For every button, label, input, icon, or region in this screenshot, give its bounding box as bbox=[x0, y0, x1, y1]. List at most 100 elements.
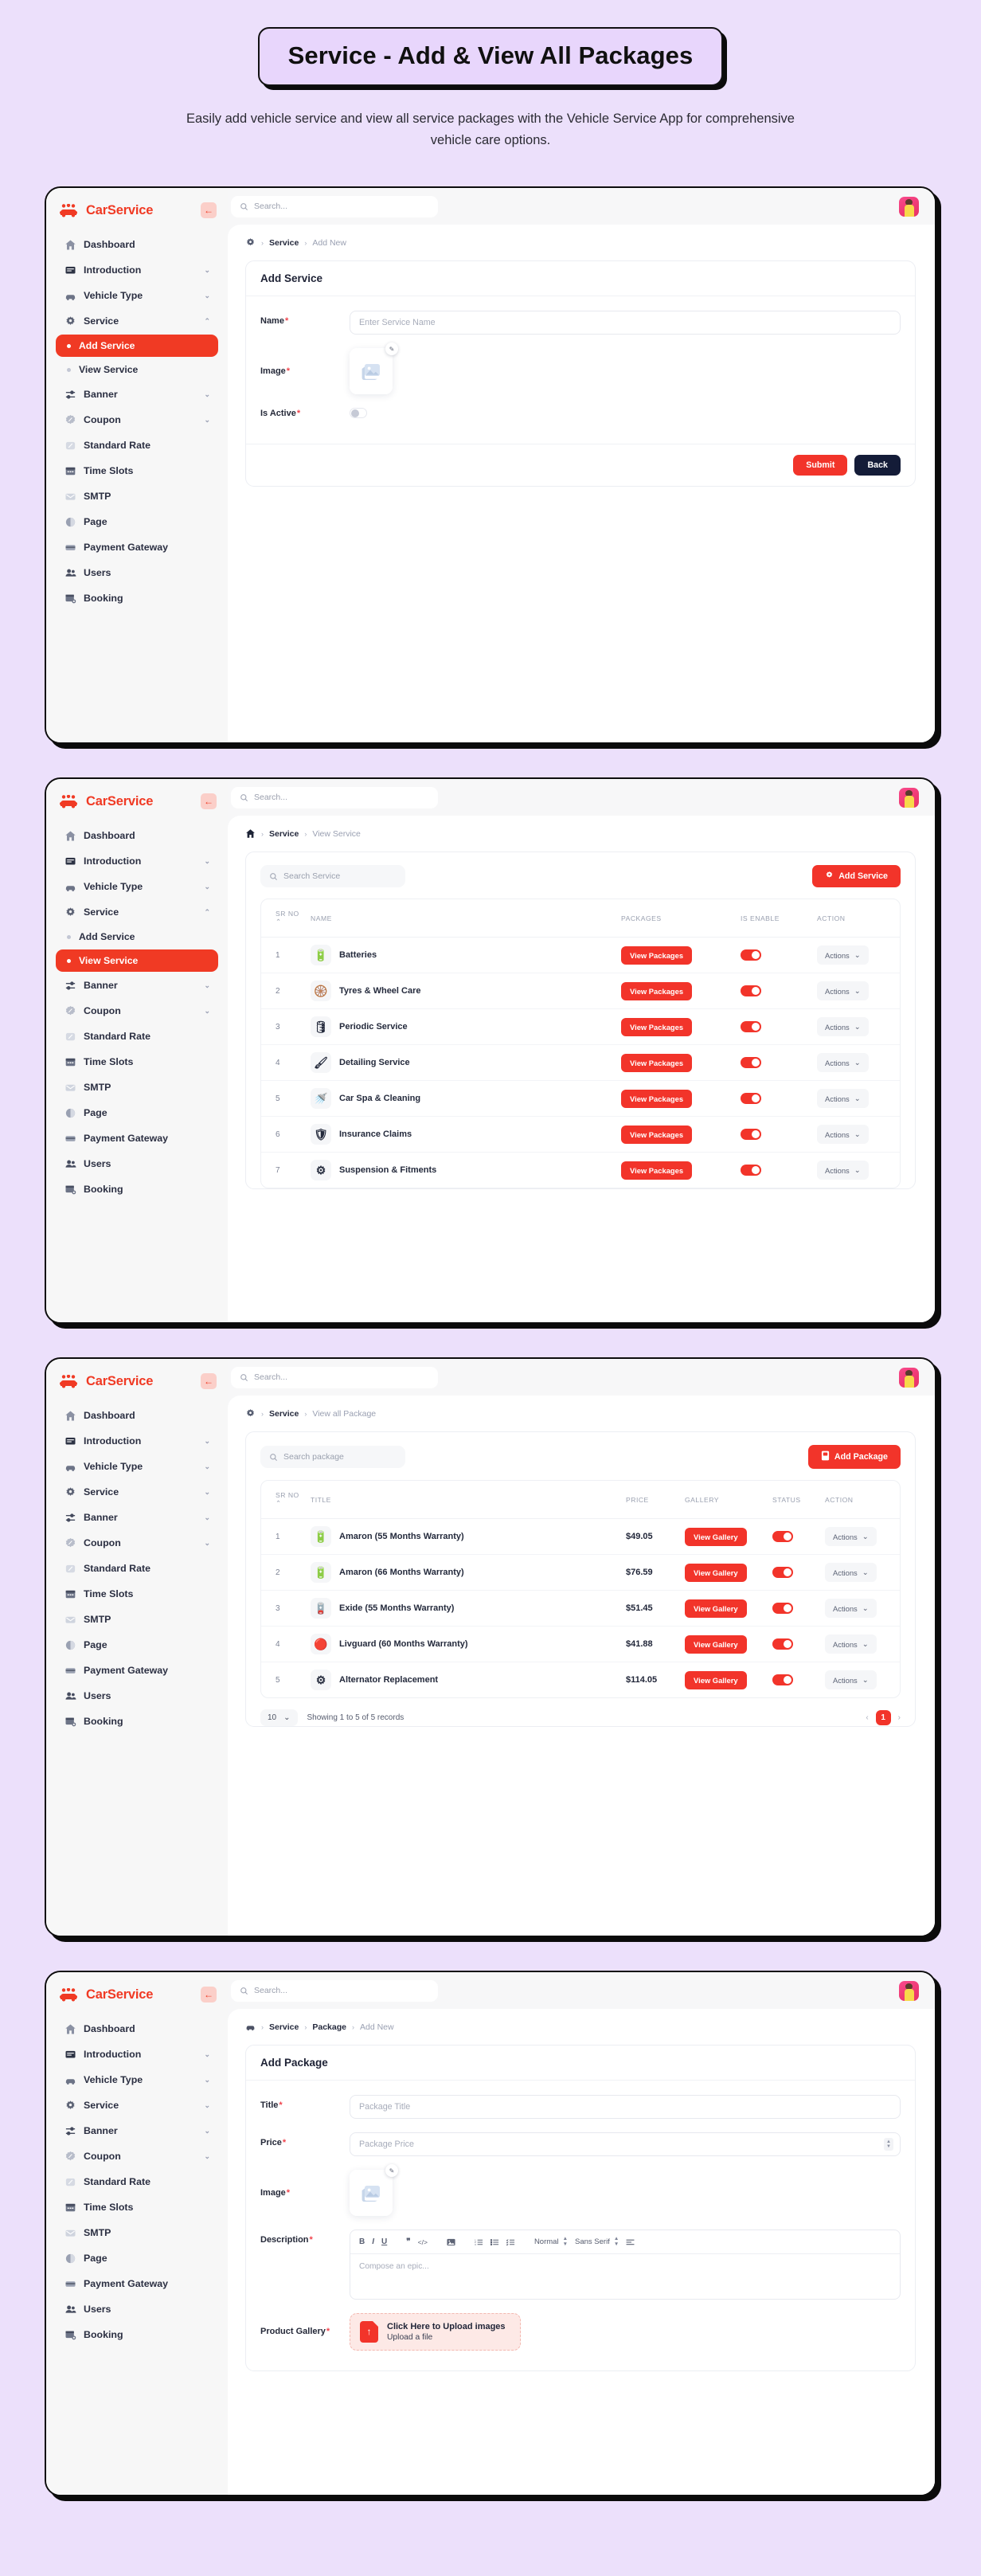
sidebar-item-booking[interactable]: Booking bbox=[56, 1177, 218, 1201]
sidebar-item-banner[interactable]: Banner ⌄ bbox=[56, 382, 218, 406]
image-icon[interactable] bbox=[447, 2238, 455, 2246]
actions-dropdown[interactable]: Actions ⌄ bbox=[825, 1527, 877, 1547]
page-size-select[interactable]: 10 ⌄ bbox=[260, 1709, 298, 1727]
breadcrumb-parent[interactable]: Service bbox=[269, 829, 299, 839]
sidebar-item-service[interactable]: Service ⌃ bbox=[56, 900, 218, 924]
sidebar-item-introduction[interactable]: Introduction ⌄ bbox=[56, 2042, 218, 2066]
enable-toggle[interactable] bbox=[741, 949, 761, 961]
actions-dropdown[interactable]: Actions ⌄ bbox=[817, 1089, 869, 1109]
actions-dropdown[interactable]: Actions ⌄ bbox=[817, 1125, 869, 1145]
enable-toggle[interactable] bbox=[741, 1129, 761, 1141]
enable-toggle[interactable] bbox=[741, 1093, 761, 1105]
view-packages-button[interactable]: View Packages bbox=[621, 1161, 693, 1180]
underline-button[interactable]: U bbox=[381, 2237, 387, 2246]
sidebar-item-users[interactable]: Users bbox=[56, 2297, 218, 2321]
avatar[interactable] bbox=[899, 1980, 919, 2001]
sidebar-item-dashboard[interactable]: Dashboard bbox=[56, 2017, 218, 2041]
sidebar-item-vehicle-type[interactable]: Vehicle Type ⌄ bbox=[56, 875, 218, 898]
view-packages-button[interactable]: View Packages bbox=[621, 945, 693, 965]
bold-button[interactable]: B bbox=[359, 2237, 365, 2246]
sidebar-collapse-icon[interactable]: ← bbox=[201, 793, 217, 810]
breadcrumb-middle[interactable]: Package bbox=[312, 2022, 346, 2032]
package-price-input[interactable]: Package Price ▲ ▼ bbox=[350, 2132, 901, 2157]
back-button[interactable]: Back bbox=[854, 455, 901, 476]
pencil-icon[interactable]: ✎ bbox=[385, 343, 398, 356]
actions-dropdown[interactable]: Actions ⌄ bbox=[825, 1670, 877, 1690]
page-number-1[interactable]: 1 bbox=[875, 1710, 891, 1726]
sidebar-item-users[interactable]: Users bbox=[56, 561, 218, 585]
sidebar-item-dashboard[interactable]: Dashboard bbox=[56, 233, 218, 256]
enable-toggle[interactable] bbox=[741, 1021, 761, 1033]
sidebar-item-page[interactable]: Page bbox=[56, 510, 218, 534]
number-stepper[interactable]: ▲ ▼ bbox=[884, 2138, 893, 2151]
avatar[interactable] bbox=[899, 787, 919, 808]
actions-dropdown[interactable]: Actions ⌄ bbox=[817, 1161, 869, 1180]
sidebar-item-users[interactable]: Users bbox=[56, 1684, 218, 1708]
view-packages-button[interactable]: View Packages bbox=[621, 1053, 693, 1072]
chevron-left-icon[interactable]: ‹ bbox=[866, 1713, 868, 1722]
enable-toggle[interactable] bbox=[741, 985, 761, 997]
breadcrumb-parent[interactable]: Service bbox=[269, 1409, 299, 1419]
sidebar-item-time-slots[interactable]: Time Slots bbox=[56, 2195, 218, 2219]
sidebar-item-service[interactable]: Service ⌄ bbox=[56, 1480, 218, 1504]
sidebar-item-vehicle-type[interactable]: Vehicle Type ⌄ bbox=[56, 2068, 218, 2092]
service-name-input[interactable]: Enter Service Name bbox=[350, 311, 901, 335]
sidebar-item-booking[interactable]: Booking bbox=[56, 2323, 218, 2347]
sidebar-item-payment-gateway[interactable]: Payment Gateway bbox=[56, 1658, 218, 1682]
sidebar-item-coupon[interactable]: Coupon ⌄ bbox=[56, 408, 218, 432]
sidebar-item-payment-gateway[interactable]: Payment Gateway bbox=[56, 535, 218, 559]
blockquote-button[interactable]: ❞ bbox=[406, 2237, 410, 2246]
view-packages-button[interactable]: View Packages bbox=[621, 981, 693, 1000]
actions-dropdown[interactable]: Actions ⌄ bbox=[817, 1017, 869, 1037]
sidebar-item-smtp[interactable]: SMTP bbox=[56, 484, 218, 508]
sidebar-item-booking[interactable]: Booking bbox=[56, 1709, 218, 1733]
sidebar-item-smtp[interactable]: SMTP bbox=[56, 2221, 218, 2245]
sidebar-item-dashboard[interactable]: Dashboard bbox=[56, 1403, 218, 1427]
search-input[interactable]: Search... bbox=[231, 195, 438, 217]
sidebar-item-standard-rate[interactable]: Standard Rate bbox=[56, 1556, 218, 1580]
sidebar-item-booking[interactable]: Booking bbox=[56, 586, 218, 610]
sidebar-item-add-service[interactable]: Add Service bbox=[56, 335, 218, 358]
sidebar-collapse-icon[interactable]: ← bbox=[201, 1373, 217, 1390]
status-toggle[interactable] bbox=[772, 1603, 793, 1615]
breadcrumb-parent[interactable]: Service bbox=[269, 2022, 299, 2032]
pencil-icon[interactable]: ✎ bbox=[385, 2164, 398, 2178]
status-toggle[interactable] bbox=[772, 1567, 793, 1579]
view-gallery-button[interactable]: View Gallery bbox=[685, 1563, 747, 1582]
sidebar-item-users[interactable]: Users bbox=[56, 1152, 218, 1176]
view-gallery-button[interactable]: View Gallery bbox=[685, 1670, 747, 1689]
sidebar-item-introduction[interactable]: Introduction ⌄ bbox=[56, 849, 218, 873]
font-select[interactable]: Sans Serif ▲ ▼ bbox=[575, 2237, 619, 2247]
sidebar-collapse-icon[interactable]: ← bbox=[201, 1987, 217, 2003]
col-sr-no[interactable]: SR NO ⌃ bbox=[261, 899, 306, 938]
add-package-button[interactable]: Add Package bbox=[807, 1445, 901, 1470]
enable-toggle[interactable] bbox=[741, 1057, 761, 1069]
check-list-icon[interactable] bbox=[506, 2238, 515, 2246]
view-packages-button[interactable]: View Packages bbox=[621, 1089, 693, 1108]
package-title-input[interactable]: Package Title bbox=[350, 2095, 901, 2120]
search-service-input[interactable]: Search Service bbox=[260, 865, 405, 888]
sidebar-item-page[interactable]: Page bbox=[56, 1101, 218, 1125]
view-gallery-button[interactable]: View Gallery bbox=[685, 1527, 747, 1546]
sidebar-item-banner[interactable]: Banner ⌄ bbox=[56, 973, 218, 997]
col-sr-no[interactable]: SR NO ⌃ bbox=[261, 1481, 306, 1520]
actions-dropdown[interactable]: Actions ⌄ bbox=[817, 945, 869, 965]
sidebar-item-vehicle-type[interactable]: Vehicle Type ⌄ bbox=[56, 284, 218, 307]
view-gallery-button[interactable]: View Gallery bbox=[685, 1599, 747, 1618]
align-icon[interactable] bbox=[626, 2238, 635, 2245]
status-toggle[interactable] bbox=[772, 1638, 793, 1650]
actions-dropdown[interactable]: Actions ⌄ bbox=[817, 981, 869, 1001]
actions-dropdown[interactable]: Actions ⌄ bbox=[825, 1599, 877, 1619]
sidebar-item-service[interactable]: Service ⌃ bbox=[56, 309, 218, 333]
sidebar-item-payment-gateway[interactable]: Payment Gateway bbox=[56, 2272, 218, 2296]
sidebar-item-introduction[interactable]: Introduction ⌄ bbox=[56, 1429, 218, 1453]
sidebar-item-service[interactable]: Service ⌄ bbox=[56, 2093, 218, 2117]
avatar[interactable] bbox=[899, 196, 919, 217]
gallery-upload-dropzone[interactable]: ↑ Click Here to Upload images Upload a f… bbox=[350, 2312, 521, 2351]
sidebar-item-smtp[interactable]: SMTP bbox=[56, 1075, 218, 1099]
actions-dropdown[interactable]: Actions ⌄ bbox=[825, 1563, 877, 1583]
view-packages-button[interactable]: View Packages bbox=[621, 1125, 693, 1144]
sidebar-item-standard-rate[interactable]: Standard Rate bbox=[56, 1024, 218, 1048]
description-textarea[interactable]: Compose an epic... bbox=[350, 2254, 900, 2299]
sidebar-item-smtp[interactable]: SMTP bbox=[56, 1607, 218, 1631]
